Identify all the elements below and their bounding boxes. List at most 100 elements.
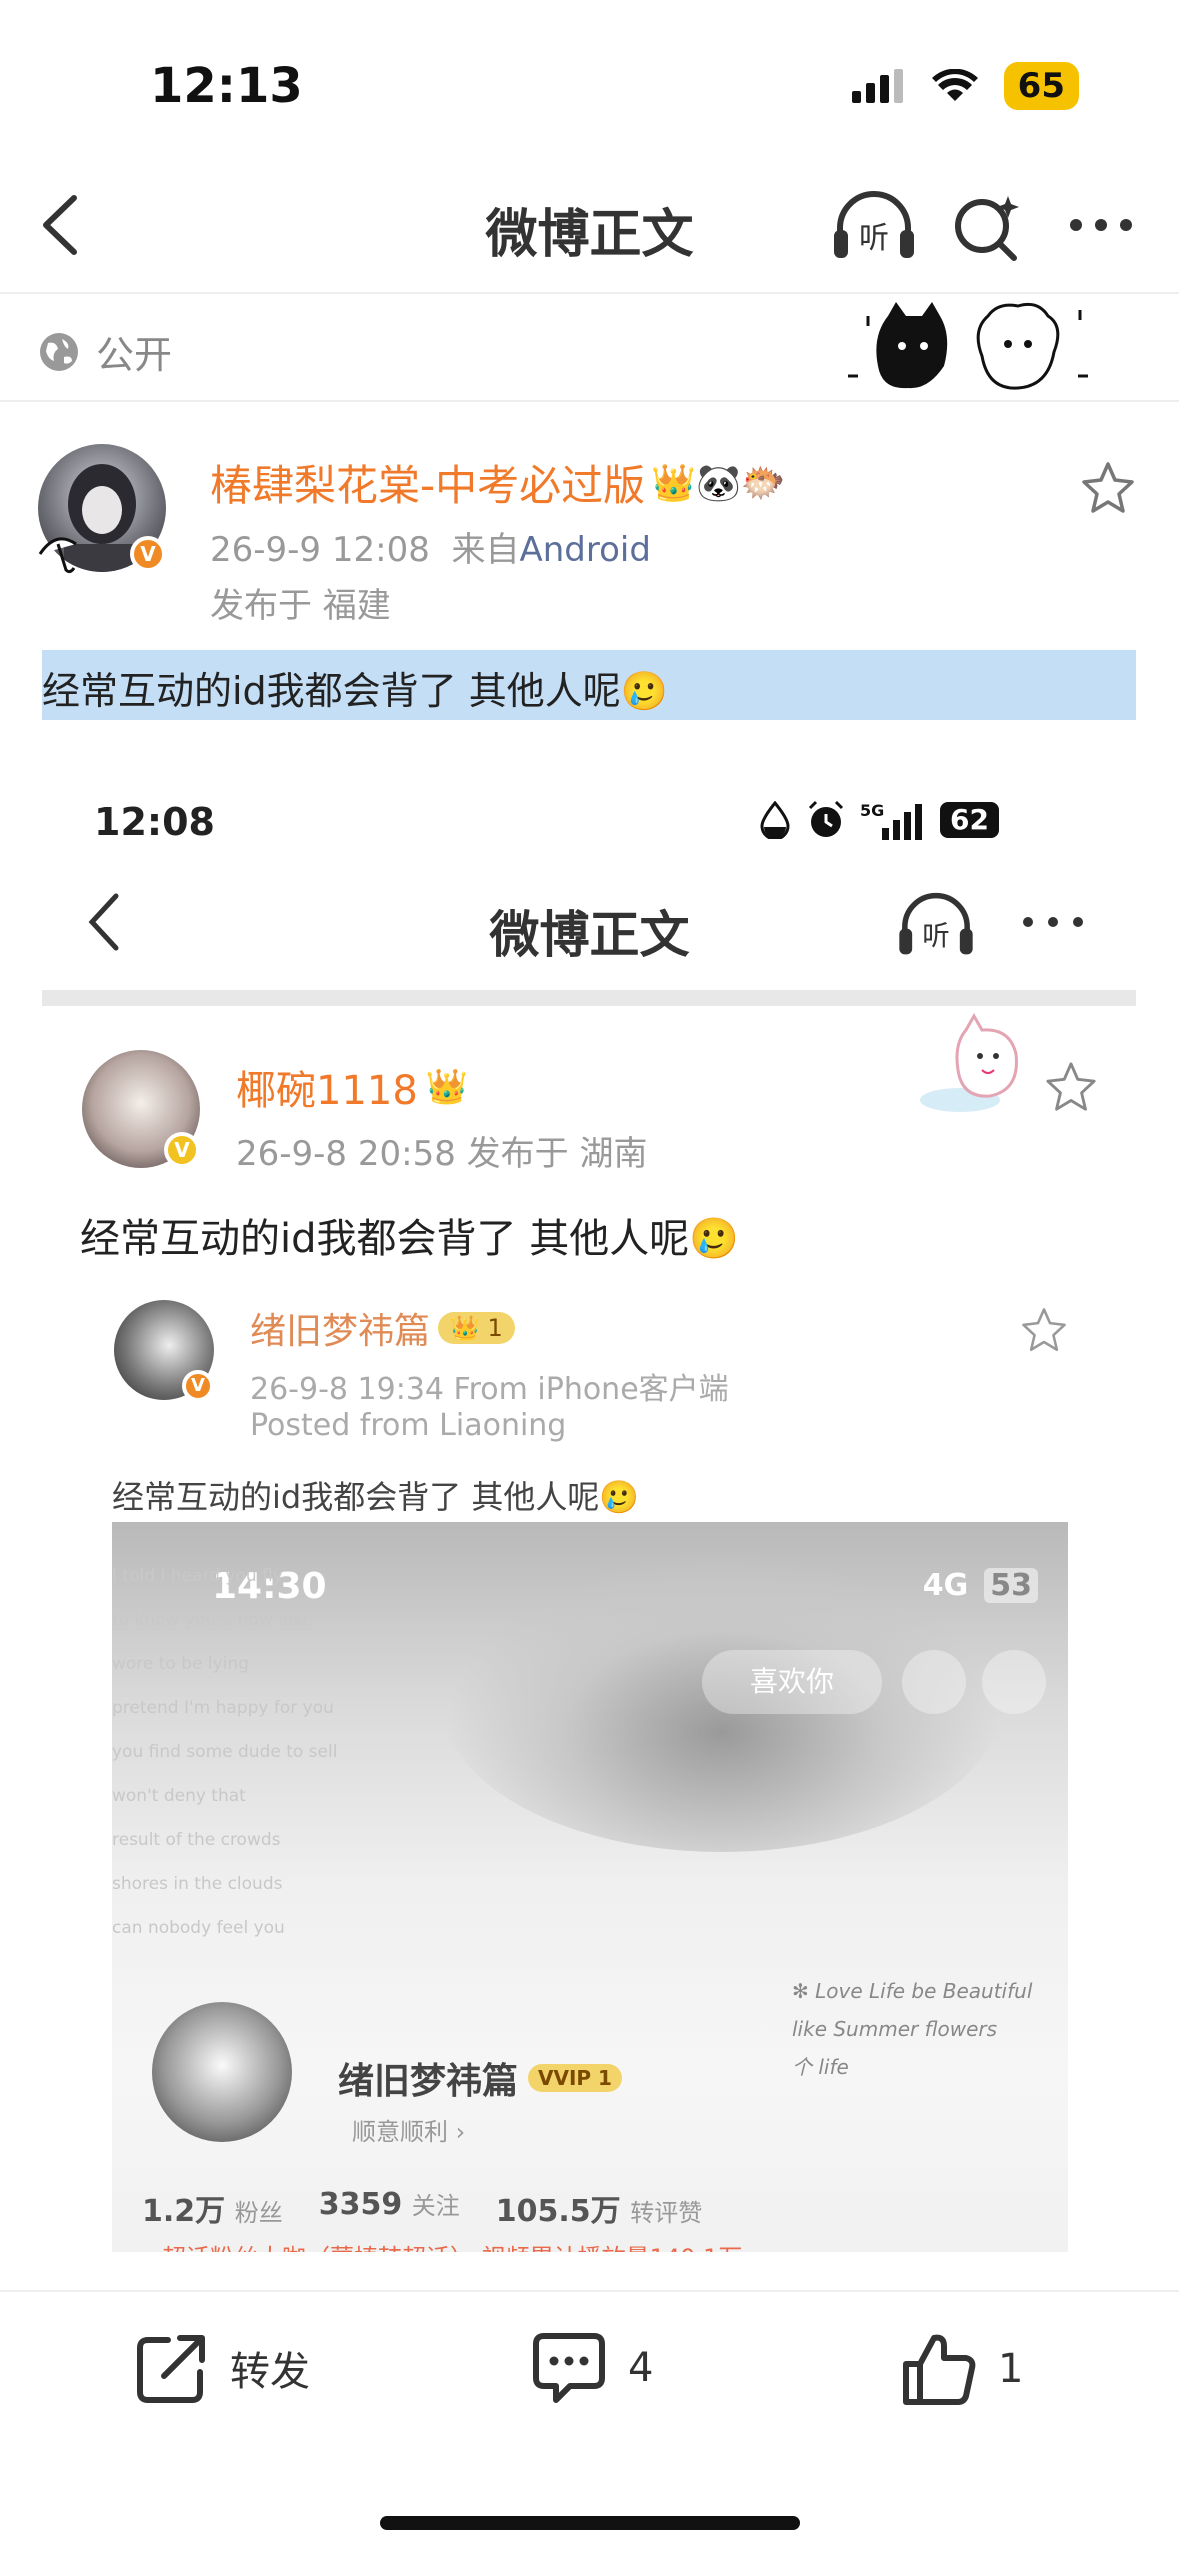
nested-post-text: 经常互动的id我都会背了 其他人呢🥲: [112, 1478, 640, 1516]
repost-icon: [137, 2335, 205, 2403]
repost-label: 转发: [230, 2349, 310, 2395]
handwriting-line: 个 life: [792, 2055, 849, 2079]
comment-icon: [533, 2333, 605, 2403]
embedded-more-icon: [1023, 917, 1083, 927]
image-handwriting: ✻ Love Life be Beautiful like Summer flo…: [792, 1972, 1032, 2086]
embedded-divider: [42, 990, 1136, 1006]
image-network: 4G: [922, 1568, 969, 1603]
nested-verified-badge: V: [182, 1370, 214, 1402]
svg-text:听: 听: [922, 920, 950, 952]
author-name-text: 椿肆梨花棠-中考必过版: [210, 461, 646, 510]
embedded-verified-badge: V: [164, 1132, 200, 1168]
favorite-star-icon[interactable]: [1080, 460, 1136, 516]
image-lyric-line: can nobody feel you: [112, 1918, 285, 1938]
embedded-author-name-text: 椰碗1118: [236, 1068, 418, 1114]
likes-count: 105.5万: [495, 2194, 621, 2229]
image-vip-badge: VVIP 1: [528, 2064, 622, 2092]
author-name[interactable]: 椿肆梨花棠-中考必过版 👑🐼🐡: [210, 452, 786, 513]
like-count: 1: [998, 2346, 1024, 2392]
likes-label: 转评赞: [630, 2199, 703, 2227]
image-bottom-text: 超话粉丝大咖（蒙椿韩超话） 视频累计播放量140.1万: [162, 2238, 742, 2252]
more-options-icon[interactable]: [1068, 215, 1134, 235]
like-button[interactable]: 1: [900, 2330, 1023, 2408]
5g-signal-icon: 5G: [860, 801, 923, 840]
embedded-headphones-icon: 听: [899, 892, 973, 955]
image-lyric-line: result of the crowds: [112, 1830, 281, 1850]
image-lyric-line: shores in the clouds: [112, 1874, 283, 1894]
post-text[interactable]: 经常互动的id我都会背了 其他人呢🥲: [42, 660, 668, 715]
nested-image: 14:30 4G 53 喜欢你 I told I heard you fly t…: [112, 1522, 1068, 2252]
image-profile-name-text: 绪旧梦祎篇: [338, 2061, 519, 2102]
search-sparkle-icon[interactable]: [950, 192, 1024, 262]
crown-icon: 👑: [425, 1067, 469, 1107]
image-status-icons: 4G 53: [923, 1568, 1038, 1603]
handwriting-line: like Summer flowers: [792, 2017, 998, 2041]
comment-button[interactable]: 4: [530, 2330, 653, 2406]
visibility-row: 公开: [38, 324, 172, 379]
image-profile-stats: 1.2万 粉丝 3359 关注 105.5万 转评赞: [142, 2186, 702, 2230]
embedded-status-time: 12:08: [94, 800, 215, 844]
home-indicator[interactable]: [380, 2516, 800, 2530]
cat-sticker-icon: [920, 1012, 1018, 1112]
battery-indicator: 65: [1003, 62, 1079, 110]
image-lyric-line: won't deny that: [112, 1786, 246, 1806]
embedded-page-title: 微博正文: [489, 906, 690, 964]
status-icons: 65: [851, 62, 1079, 110]
embedded-post-meta: 26-9-8 20:58 发布于 湖南: [236, 1134, 648, 1174]
cellular-signal-icon: [851, 69, 903, 103]
image-lyric-line: pretend I'm happy for you: [112, 1698, 334, 1718]
visibility-label: 公开: [96, 333, 173, 377]
thumbs-up-icon: [903, 2334, 976, 2405]
cat-dog-sticker-icon: [848, 302, 1088, 390]
image-profile-sub: 顺意顺利 ›: [352, 2118, 466, 2146]
embedded-battery: 62: [940, 802, 999, 838]
umbrella-doodle-icon: [38, 537, 77, 574]
post-location: 发布于 福建: [210, 586, 391, 626]
image-battery: 53: [984, 1568, 1038, 1603]
verified-badge: V: [130, 536, 166, 572]
svg-text:听: 听: [859, 221, 889, 256]
headphones-icon: 听: [834, 191, 914, 258]
embedded-post-text: 经常互动的id我都会背了 其他人呢🥲: [80, 1216, 740, 1262]
divider: [0, 400, 1179, 402]
nested-star-icon: [1022, 1308, 1066, 1351]
post-source[interactable]: Android: [519, 530, 650, 570]
nested-level-badge: 👑 1: [438, 1312, 515, 1344]
listen-button[interactable]: 听: [832, 190, 916, 262]
embedded-star-icon: [1046, 1062, 1096, 1111]
fans-label: 粉丝: [234, 2199, 283, 2227]
droplet-icon: [760, 801, 790, 839]
image-more-circle: [982, 1650, 1046, 1714]
comment-count: 4: [628, 2345, 654, 2391]
nested-location: Posted from Liaoning: [250, 1408, 567, 1443]
follow-label: 关注: [411, 2192, 460, 2220]
embedded-status-icons: 5G 62: [758, 800, 999, 840]
image-profile-name: 绪旧梦祎篇 VVIP 1: [338, 2052, 622, 2104]
nested-author-name: 绪旧梦祎篇 👑 1: [250, 1302, 515, 1354]
follow-count: 3359: [318, 2187, 403, 2222]
image-profile-avatar: [152, 2002, 292, 2142]
repost-button[interactable]: 转发: [134, 2330, 310, 2406]
post-source-prefix: 来自: [451, 530, 520, 570]
post-meta: 26-9-9 12:08 来自Android: [210, 522, 651, 571]
svg-text:5G: 5G: [860, 801, 884, 820]
nested-author-name-text: 绪旧梦祎篇: [250, 1311, 431, 1352]
fans-count: 1.2万: [142, 2194, 226, 2229]
globe-icon: [40, 332, 78, 371]
post-timestamp: 26-9-9 12:08: [210, 530, 430, 570]
image-lyric-line: I told I heard you fly: [112, 1566, 283, 1586]
screen: { "status_bar": {"time": "12:13", "batte…: [0, 0, 1179, 2556]
nested-meta: 26-9-8 19:34 From iPhone客户端: [250, 1372, 729, 1407]
alarm-icon: [808, 800, 844, 837]
status-time: 12:13: [150, 58, 303, 114]
author-emoji: 👑🐼🐡: [651, 462, 786, 504]
wifi-icon: [931, 69, 978, 101]
image-lyric-line: wore to be lying: [112, 1654, 249, 1674]
image-follow-button: 喜欢你: [702, 1650, 882, 1714]
image-lyric-line: you find some dude to sell: [112, 1742, 338, 1762]
image-search-circle: [902, 1650, 966, 1714]
embedded-author-name: 椰碗1118 👑: [236, 1058, 468, 1116]
divider: [0, 292, 1179, 294]
image-lyric-line: to know you... how lost: [112, 1610, 309, 1630]
handwriting-line: ✻ Love Life be Beautiful: [792, 1979, 1033, 2003]
